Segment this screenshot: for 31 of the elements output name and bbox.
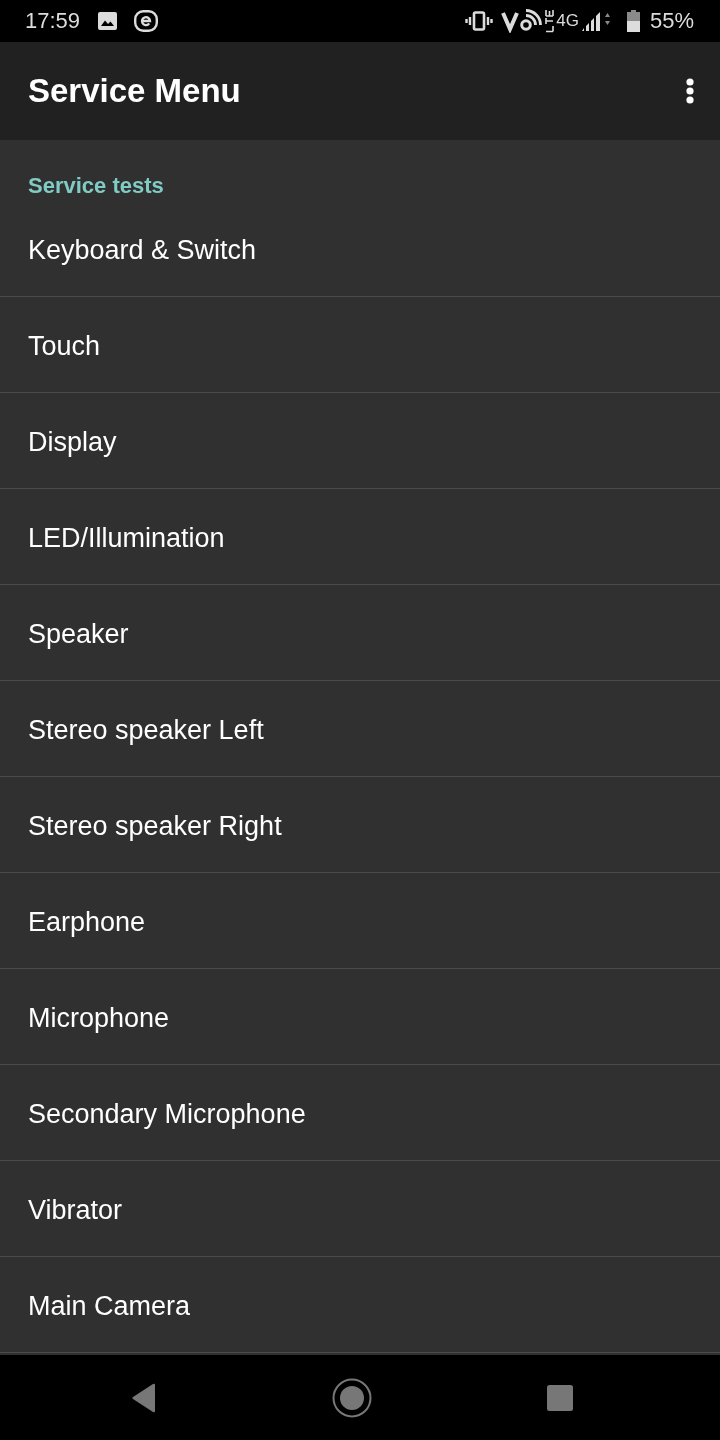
recents-button[interactable]: [547, 1384, 573, 1411]
menu-item[interactable]: Earphone: [0, 873, 720, 969]
section-header: Service tests: [27, 172, 165, 200]
overflow-menu-button[interactable]: [686, 78, 694, 104]
menu-item[interactable]: LED/Illumination: [0, 489, 720, 585]
menu-item[interactable]: Secondary Microphone: [0, 1065, 720, 1161]
menu-item[interactable]: Keyboard & Switch: [0, 201, 720, 297]
wifi-calling-icon: [501, 9, 556, 33]
home-button[interactable]: [332, 1377, 372, 1418]
clock-time: 17:59: [25, 8, 81, 34]
back-triangle-icon: [131, 1382, 157, 1413]
battery-icon: [626, 10, 640, 32]
image-icon: [98, 12, 118, 30]
menu-item[interactable]: Stereo speaker Right: [0, 777, 720, 873]
menu-item[interactable]: Touch: [0, 297, 720, 393]
app-title: Service Menu: [28, 72, 241, 110]
battery-percent: 55%: [649, 8, 694, 34]
network-type: 4G: [556, 11, 579, 31]
home-circle-icon: [332, 1377, 372, 1418]
e-badge-icon: [134, 10, 159, 32]
menu-item[interactable]: Speaker: [0, 585, 720, 681]
menu-item[interactable]: Display: [0, 393, 720, 489]
signal-icon: [580, 10, 613, 32]
menu-item[interactable]: Stereo speaker Left: [0, 681, 720, 777]
square-icon: [547, 1384, 573, 1411]
menu-item[interactable]: Vibrator: [0, 1161, 720, 1257]
back-button[interactable]: [131, 1382, 157, 1413]
vibrate-icon: [465, 11, 494, 31]
menu-item[interactable]: Main Camera: [0, 1257, 720, 1353]
more-options-icon: [686, 78, 694, 104]
menu-item[interactable]: Microphone: [0, 969, 720, 1065]
